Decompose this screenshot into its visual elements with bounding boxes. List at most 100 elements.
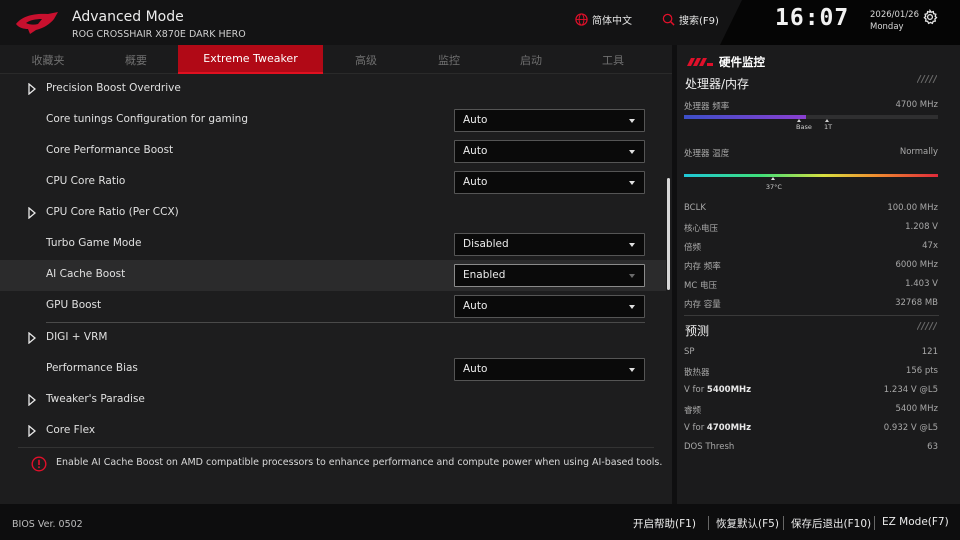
setting-row[interactable]: Turbo Game Mode Disabled [0, 229, 666, 260]
monitor-title: 硬件监控 [719, 55, 765, 69]
setting-label: Core Flex [46, 424, 96, 436]
setting-dropdown[interactable]: Enabled [454, 264, 645, 287]
dropdown-value: Auto [463, 300, 488, 312]
prediction-label-frequency: 4700MHz [706, 423, 752, 433]
tab-3[interactable]: 高级 [338, 45, 394, 74]
caret-down-icon [629, 305, 635, 309]
help-divider [18, 447, 654, 448]
temperature-marker [770, 177, 775, 180]
section-title-prediction: 预测 [685, 324, 710, 338]
setting-row[interactable]: GPU Boost Auto [0, 291, 666, 322]
cpu-temperature-bar [684, 174, 938, 177]
setting-row[interactable]: Core Performance Boost Auto [0, 136, 666, 167]
prediction-value: 1.234 V @L5 [883, 385, 938, 395]
stat-value: 47x [922, 241, 938, 251]
stat-label: 内存 容量 [684, 300, 721, 310]
setting-label: AI Cache Boost [46, 268, 126, 280]
bios-version: BIOS Ver. 0502 [12, 519, 83, 530]
prediction-label-prefix: V for [684, 385, 707, 395]
base-marker [797, 119, 801, 122]
tab-bar: 收藏夹 概要 Extreme Tweaker 高级 监控 启动 工具 [0, 45, 672, 74]
footer-button-1[interactable]: 恢复默认(F5) [716, 516, 779, 531]
setting-dropdown[interactable]: Auto [454, 109, 645, 132]
cpu-frequency-value: 4700 MHz [895, 100, 938, 110]
footer-button-3[interactable]: EZ Mode(F7) [882, 516, 949, 528]
setting-row[interactable]: AI Cache Boost Enabled [0, 260, 666, 291]
stat-label: BCLK [684, 203, 706, 213]
tab-4[interactable]: 监控 [418, 45, 480, 74]
expand-arrow-icon[interactable] [28, 425, 36, 437]
cpu-frequency-bar-fill [684, 115, 806, 119]
setting-label: GPU Boost [46, 299, 102, 311]
tab-2[interactable]: Extreme Tweaker [178, 45, 323, 74]
setting-row[interactable]: DIGI + VRM [0, 323, 666, 354]
setting-label: CPU Core Ratio [46, 175, 126, 187]
tab-1[interactable]: 概要 [96, 45, 176, 74]
setting-dropdown[interactable]: Auto [454, 358, 645, 381]
setting-label: Core Performance Boost [46, 144, 174, 156]
setting-row[interactable]: Precision Boost Overdrive [0, 74, 666, 105]
setting-row[interactable]: CPU Core Ratio (Per CCX) [0, 198, 666, 229]
footer-separator [874, 516, 875, 530]
setting-dropdown[interactable]: Auto [454, 171, 645, 194]
expand-arrow-icon[interactable] [28, 332, 36, 344]
prediction-value: 5400 MHz [895, 404, 938, 414]
setting-label: Tweaker's Paradise [46, 393, 145, 405]
prediction-value: 0.932 V @L5 [883, 423, 938, 433]
setting-dropdown[interactable]: Disabled [454, 233, 645, 256]
clock[interactable]: 16:07 [775, 5, 849, 31]
gear-icon[interactable] [922, 9, 938, 25]
tab-0[interactable]: 收藏夹 [18, 45, 78, 74]
prediction-label: V for 5400MHz [684, 385, 751, 395]
setting-row[interactable]: Core tunings Configuration for gaming Aut… [0, 105, 666, 136]
monitor-logo-icon [687, 58, 713, 66]
dropdown-value: Auto [463, 145, 488, 157]
cpu-temperature-label: 处理器 温度 [684, 149, 730, 159]
caret-down-icon [629, 368, 635, 372]
section-title-cpu-memory: 处理器/内存 [685, 77, 750, 91]
dropdown-value: Disabled [463, 238, 509, 250]
stat-value: 100.00 MHz [887, 203, 938, 213]
setting-dropdown[interactable]: Auto [454, 140, 645, 163]
prediction-value: 156 pts [905, 366, 938, 376]
setting-row[interactable]: Core Flex [0, 416, 666, 447]
scrollbar[interactable] [667, 178, 670, 290]
tab-5[interactable]: 启动 [500, 45, 562, 74]
prediction-label: SP [684, 347, 695, 357]
section-divider [46, 322, 645, 323]
prediction-label-frequency: 5400MHz [706, 385, 752, 395]
setting-dropdown[interactable]: Auto [454, 295, 645, 318]
language-selector[interactable]: 简体中文 [575, 12, 632, 27]
setting-label: Performance Bias [46, 362, 138, 374]
prediction-label: DOS Thresh [684, 442, 735, 452]
cpu-frequency-bar [684, 115, 938, 119]
footer-button-0[interactable]: 开启帮助(F1) [633, 516, 696, 531]
caret-down-icon [629, 243, 635, 247]
cpu-temperature-value: Normally [899, 147, 938, 157]
setting-label: Precision Boost Overdrive [46, 82, 181, 94]
dropdown-value: Auto [463, 114, 488, 126]
caret-down-icon [629, 150, 635, 154]
section-divider [684, 315, 939, 316]
rog-logo-icon [16, 12, 58, 34]
prediction-label-prefix: V for [684, 423, 707, 433]
base-marker-label: Base [796, 123, 812, 131]
board-name: ROG CROSSHAIR X870E DARK HERO [72, 29, 246, 40]
expand-arrow-icon[interactable] [28, 83, 36, 95]
stat-value: 1.208 V [905, 222, 938, 232]
hatch-decoration-icon [917, 75, 937, 83]
search-button[interactable]: 搜索(F9) [662, 12, 719, 27]
setting-row[interactable]: Performance Bias Auto [0, 354, 666, 385]
dropdown-value: Auto [463, 176, 488, 188]
setting-row[interactable]: CPU Core Ratio Auto [0, 167, 666, 198]
stat-label: 内存 频率 [684, 262, 721, 272]
prediction-value: 63 [927, 442, 938, 452]
footer-button-2[interactable]: 保存后退出(F10) [791, 516, 871, 531]
setting-row[interactable]: Tweaker's Paradise [0, 385, 666, 416]
1t-marker-label: 1T [824, 123, 833, 131]
expand-arrow-icon[interactable] [28, 207, 36, 219]
tab-6[interactable]: 工具 [582, 45, 644, 74]
hatch-decoration-icon [917, 322, 937, 330]
footer-separator [783, 516, 784, 530]
expand-arrow-icon[interactable] [28, 394, 36, 406]
